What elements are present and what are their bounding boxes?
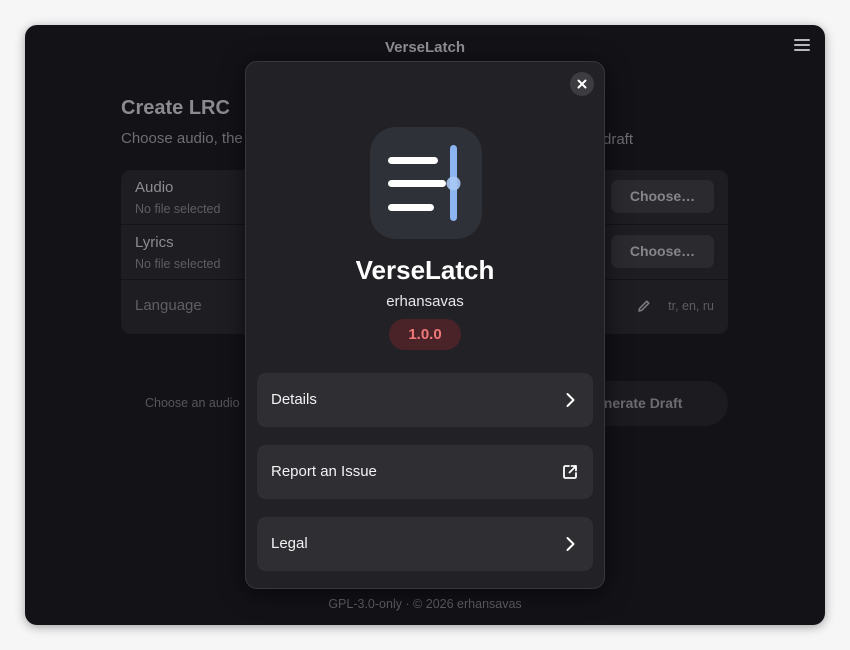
menu-button[interactable] [794,39,810,53]
footer-license: GPL-3.0-only · © 2026 erhansavas [328,597,522,611]
language-codes: tr, en, ru [668,299,714,313]
language-label: Language [135,297,202,314]
chevron-right-icon [566,537,575,551]
about-dialog: VerseLatch erhansavas 1.0.0 Details Repo… [245,61,605,589]
app-name: VerseLatch [355,255,495,285]
legal-label: Legal [271,535,308,552]
lyrics-label: Lyrics [135,234,174,251]
close-icon [577,79,587,89]
audio-row: Audio No file selected [135,179,220,216]
external-link-icon [563,465,577,479]
app-window: VerseLatch Create LRC Choose audio, the … [25,25,825,625]
hamburger-icon [794,39,810,41]
pencil-icon[interactable] [636,298,652,314]
lyrics-status: No file selected [135,257,221,271]
app-icon [370,127,482,239]
choose-lyrics-button[interactable]: Choose… [611,235,714,268]
report-issue-row[interactable]: Report an Issue [257,445,593,499]
choose-audio-button[interactable]: Choose… [611,180,714,213]
audio-status: No file selected [135,202,221,216]
page-subtitle-end: draft [603,131,634,148]
status-text: Choose an audio [145,396,240,410]
legal-row[interactable]: Legal [257,517,593,571]
lyrics-row: Lyrics No file selected [135,234,220,271]
developer-name: erhansavas [386,293,464,310]
close-button[interactable] [570,72,594,96]
chevron-right-icon [566,393,575,407]
details-label: Details [271,391,317,408]
window-title: VerseLatch [384,39,466,56]
report-issue-label: Report an Issue [271,463,377,480]
audio-label: Audio [135,179,174,196]
details-row[interactable]: Details [257,373,593,427]
version-badge: 1.0.0 [389,319,461,350]
